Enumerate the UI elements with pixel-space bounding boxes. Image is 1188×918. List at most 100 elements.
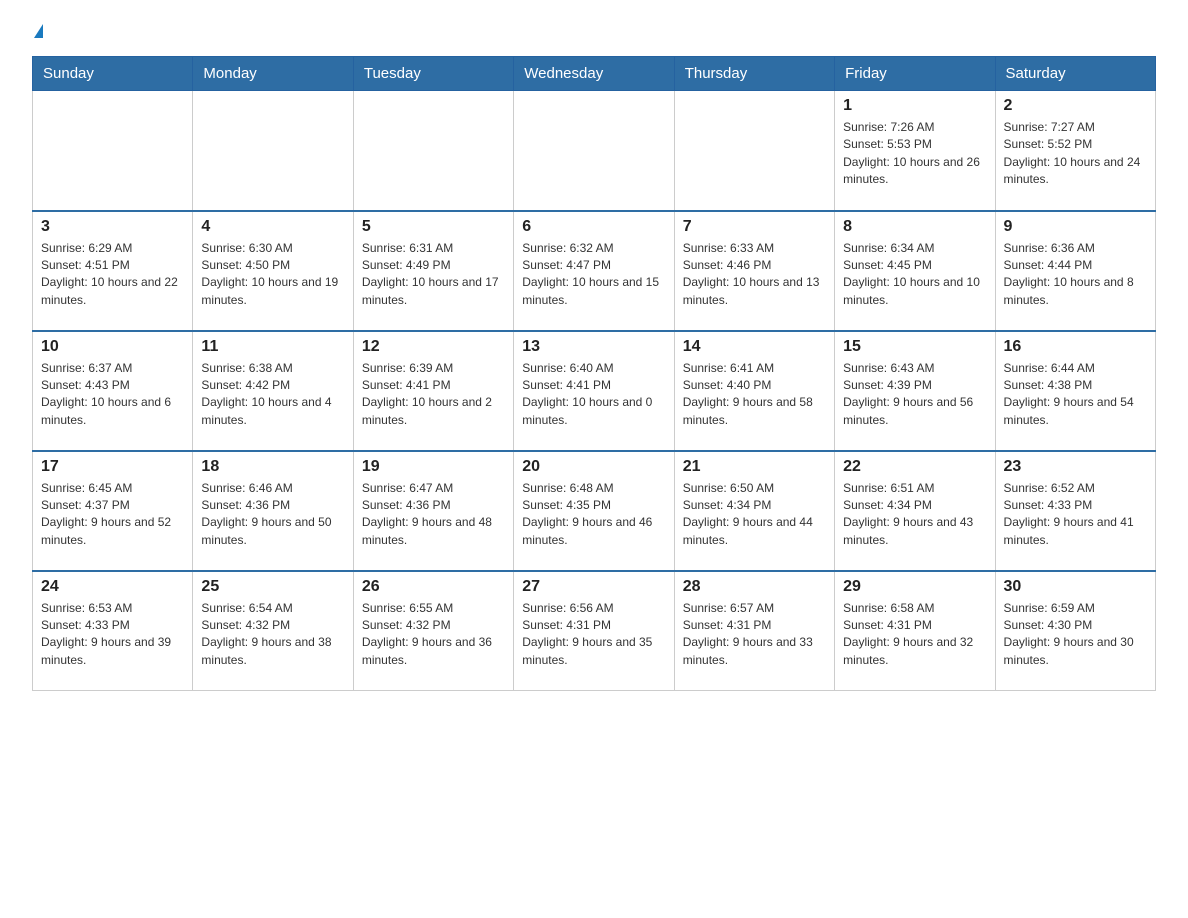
day-info: Sunrise: 6:59 AM Sunset: 4:30 PM Dayligh… (1004, 600, 1147, 670)
calendar-cell: 9Sunrise: 6:36 AM Sunset: 4:44 PM Daylig… (995, 211, 1155, 331)
calendar-cell: 3 Sunrise: 6:29 AM Sunset: 4:51 PM Daylig… (33, 211, 193, 331)
day-number: 16 (1004, 338, 1147, 356)
day-number: 27 (522, 578, 665, 596)
calendar-cell: 12Sunrise: 6:39 AM Sunset: 4:41 PM Dayli… (353, 331, 513, 451)
day-info: Sunrise: 6:51 AM Sunset: 4:34 PM Dayligh… (843, 480, 986, 550)
day-number: 25 (201, 578, 344, 596)
weekday-header-thursday: Thursday (674, 57, 834, 91)
calendar-cell: 18Sunrise: 6:46 AM Sunset: 4:36 PM Dayli… (193, 451, 353, 571)
day-number: 26 (362, 578, 505, 596)
day-number: 22 (843, 458, 986, 476)
day-number: 9 (1004, 218, 1147, 236)
day-info: Sunrise: 6:50 AM Sunset: 4:34 PM Dayligh… (683, 480, 826, 550)
day-number: 4 (201, 218, 344, 236)
day-number: 15 (843, 338, 986, 356)
day-number: 29 (843, 578, 986, 596)
calendar-cell: 4 Sunrise: 6:30 AM Sunset: 4:50 PM Daylig… (193, 211, 353, 331)
calendar-cell: 16 Sunrise: 6:44 AM Sunset: 4:38 PM Dayli… (995, 331, 1155, 451)
day-info: Sunrise: 6:43 AM Sunset: 4:39 PM Dayligh… (843, 360, 986, 430)
calendar-cell (674, 91, 834, 211)
day-number: 17 (41, 458, 184, 476)
day-number: 19 (362, 458, 505, 476)
day-info: Sunrise: 6:58 AM Sunset: 4:31 PM Dayligh… (843, 600, 986, 670)
day-info: Sunrise: 6:57 AM Sunset: 4:31 PM Dayligh… (683, 600, 826, 670)
day-info: Sunrise: 6:32 AM Sunset: 4:47 PM Dayligh… (522, 240, 665, 310)
day-number: 24 (41, 578, 184, 596)
calendar-cell (353, 91, 513, 211)
weekday-header-tuesday: Tuesday (353, 57, 513, 91)
day-info: Sunrise: 6:41 AM Sunset: 4:40 PM Dayligh… (683, 360, 826, 430)
calendar-cell: 1 Sunrise: 7:26 AM Sunset: 5:53 PM Daylig… (835, 91, 995, 211)
logo-triangle-icon (34, 24, 43, 38)
day-info: Sunrise: 6:54 AM Sunset: 4:32 PM Dayligh… (201, 600, 344, 670)
day-number: 5 (362, 218, 505, 236)
logo (32, 24, 43, 38)
day-info: Sunrise: 6:37 AM Sunset: 4:43 PM Dayligh… (41, 360, 184, 430)
day-info: Sunrise: 7:26 AM Sunset: 5:53 PM Dayligh… (843, 119, 986, 189)
day-info: Sunrise: 6:39 AM Sunset: 4:41 PM Dayligh… (362, 360, 505, 430)
day-info: Sunrise: 6:38 AM Sunset: 4:42 PM Dayligh… (201, 360, 344, 430)
calendar-cell: 2 Sunrise: 7:27 AM Sunset: 5:52 PM Daylig… (995, 91, 1155, 211)
calendar-cell: 23Sunrise: 6:52 AM Sunset: 4:33 PM Dayli… (995, 451, 1155, 571)
calendar-cell: 11 Sunrise: 6:38 AM Sunset: 4:42 PM Dayli… (193, 331, 353, 451)
calendar-cell: 14 Sunrise: 6:41 AM Sunset: 4:40 PM Dayli… (674, 331, 834, 451)
day-number: 10 (41, 338, 184, 356)
day-info: Sunrise: 6:34 AM Sunset: 4:45 PM Dayligh… (843, 240, 986, 310)
day-info: Sunrise: 6:44 AM Sunset: 4:38 PM Dayligh… (1004, 360, 1147, 430)
day-info: Sunrise: 6:56 AM Sunset: 4:31 PM Dayligh… (522, 600, 665, 670)
calendar-cell: 29 Sunrise: 6:58 AM Sunset: 4:31 PM Dayli… (835, 571, 995, 691)
calendar-week-row: 17 Sunrise: 6:45 AM Sunset: 4:37 PM Dayli… (33, 451, 1156, 571)
weekday-header-wednesday: Wednesday (514, 57, 674, 91)
day-info: Sunrise: 6:30 AM Sunset: 4:50 PM Dayligh… (201, 240, 344, 310)
day-number: 7 (683, 218, 826, 236)
day-number: 2 (1004, 97, 1147, 115)
day-info: Sunrise: 6:29 AM Sunset: 4:51 PM Dayligh… (41, 240, 184, 310)
calendar-cell: 5 Sunrise: 6:31 AM Sunset: 4:49 PM Daylig… (353, 211, 513, 331)
day-number: 1 (843, 97, 986, 115)
day-number: 3 (41, 218, 184, 236)
calendar-cell: 10 Sunrise: 6:37 AM Sunset: 4:43 PM Dayli… (33, 331, 193, 451)
day-number: 8 (843, 218, 986, 236)
weekday-header-row: SundayMondayTuesdayWednesdayThursdayFrid… (33, 57, 1156, 91)
day-number: 13 (522, 338, 665, 356)
calendar-cell: 26 Sunrise: 6:55 AM Sunset: 4:32 PM Dayli… (353, 571, 513, 691)
calendar-cell: 17 Sunrise: 6:45 AM Sunset: 4:37 PM Dayli… (33, 451, 193, 571)
day-info: Sunrise: 6:33 AM Sunset: 4:46 PM Dayligh… (683, 240, 826, 310)
calendar-cell: 6 Sunrise: 6:32 AM Sunset: 4:47 PM Daylig… (514, 211, 674, 331)
day-number: 11 (201, 338, 344, 356)
day-info: Sunrise: 6:55 AM Sunset: 4:32 PM Dayligh… (362, 600, 505, 670)
day-info: Sunrise: 6:40 AM Sunset: 4:41 PM Dayligh… (522, 360, 665, 430)
calendar-cell: 28 Sunrise: 6:57 AM Sunset: 4:31 PM Dayli… (674, 571, 834, 691)
header (32, 24, 1156, 38)
calendar-week-row: 10 Sunrise: 6:37 AM Sunset: 4:43 PM Dayli… (33, 331, 1156, 451)
calendar-week-row: 1 Sunrise: 7:26 AM Sunset: 5:53 PM Daylig… (33, 91, 1156, 211)
day-info: Sunrise: 6:31 AM Sunset: 4:49 PM Dayligh… (362, 240, 505, 310)
day-number: 30 (1004, 578, 1147, 596)
calendar-cell: 24 Sunrise: 6:53 AM Sunset: 4:33 PM Dayli… (33, 571, 193, 691)
day-number: 21 (683, 458, 826, 476)
weekday-header-sunday: Sunday (33, 57, 193, 91)
day-number: 14 (683, 338, 826, 356)
day-info: Sunrise: 6:45 AM Sunset: 4:37 PM Dayligh… (41, 480, 184, 550)
calendar-cell: 22 Sunrise: 6:51 AM Sunset: 4:34 PM Dayli… (835, 451, 995, 571)
day-info: Sunrise: 6:48 AM Sunset: 4:35 PM Dayligh… (522, 480, 665, 550)
day-number: 28 (683, 578, 826, 596)
weekday-header-saturday: Saturday (995, 57, 1155, 91)
calendar-week-row: 3 Sunrise: 6:29 AM Sunset: 4:51 PM Daylig… (33, 211, 1156, 331)
calendar-cell: 15 Sunrise: 6:43 AM Sunset: 4:39 PM Dayli… (835, 331, 995, 451)
calendar-table: SundayMondayTuesdayWednesdayThursdayFrid… (32, 56, 1156, 691)
calendar-cell: 19Sunrise: 6:47 AM Sunset: 4:36 PM Dayli… (353, 451, 513, 571)
day-number: 20 (522, 458, 665, 476)
day-number: 6 (522, 218, 665, 236)
weekday-header-friday: Friday (835, 57, 995, 91)
calendar-cell: 27 Sunrise: 6:56 AM Sunset: 4:31 PM Dayli… (514, 571, 674, 691)
calendar-cell: 7 Sunrise: 6:33 AM Sunset: 4:46 PM Daylig… (674, 211, 834, 331)
day-number: 23 (1004, 458, 1147, 476)
calendar-cell: 8 Sunrise: 6:34 AM Sunset: 4:45 PM Daylig… (835, 211, 995, 331)
weekday-header-monday: Monday (193, 57, 353, 91)
day-info: Sunrise: 7:27 AM Sunset: 5:52 PM Dayligh… (1004, 119, 1147, 189)
calendar-cell (193, 91, 353, 211)
calendar-cell: 30 Sunrise: 6:59 AM Sunset: 4:30 PM Dayli… (995, 571, 1155, 691)
day-info: Sunrise: 6:53 AM Sunset: 4:33 PM Dayligh… (41, 600, 184, 670)
calendar-cell: 25 Sunrise: 6:54 AM Sunset: 4:32 PM Dayli… (193, 571, 353, 691)
